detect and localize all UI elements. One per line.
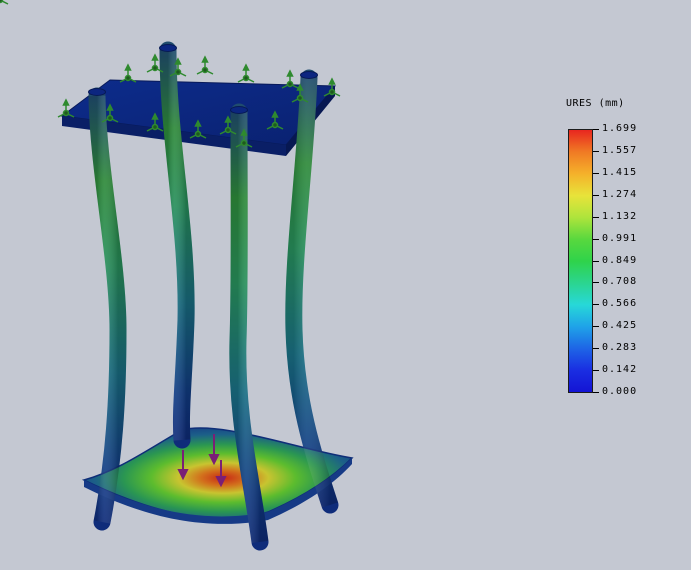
- legend-value: 0.991: [602, 232, 638, 244]
- legend-value: 0.283: [602, 342, 638, 354]
- legend-value: 1.699: [602, 123, 638, 134]
- legend-tick: [593, 370, 599, 372]
- legend-value: 1.274: [602, 188, 638, 200]
- results-legend: URES (mm) 1.699 1.557 1.415 1.274 1.132 0.991…: [566, 98, 676, 398]
- legend-value: 0.000: [602, 386, 638, 397]
- legend-value: 0.425: [602, 320, 638, 332]
- legend-color-bar: [568, 129, 593, 393]
- legend-tick: [593, 238, 599, 240]
- legend-tick: [593, 172, 599, 174]
- legend-tick: [593, 194, 599, 196]
- legend-value: 0.566: [602, 298, 638, 310]
- legend-tick: [593, 326, 599, 328]
- legend-tick: [593, 150, 599, 152]
- legend-value: 1.132: [602, 210, 638, 222]
- legend-tick: [593, 304, 599, 306]
- legend-tick: [593, 392, 599, 393]
- legend-value: 0.849: [602, 254, 638, 266]
- legend-value: 1.557: [602, 144, 638, 156]
- legend-tick: [593, 348, 599, 350]
- legend-tick: [593, 260, 599, 262]
- legend-value: 0.142: [602, 364, 638, 376]
- legend-tick: [593, 282, 599, 284]
- legend-value: 0.708: [602, 276, 638, 288]
- legend-tick: [593, 216, 599, 218]
- legend-title: URES (mm): [566, 98, 625, 109]
- legend-value: 1.415: [602, 166, 638, 178]
- legend-tick: [593, 129, 599, 130]
